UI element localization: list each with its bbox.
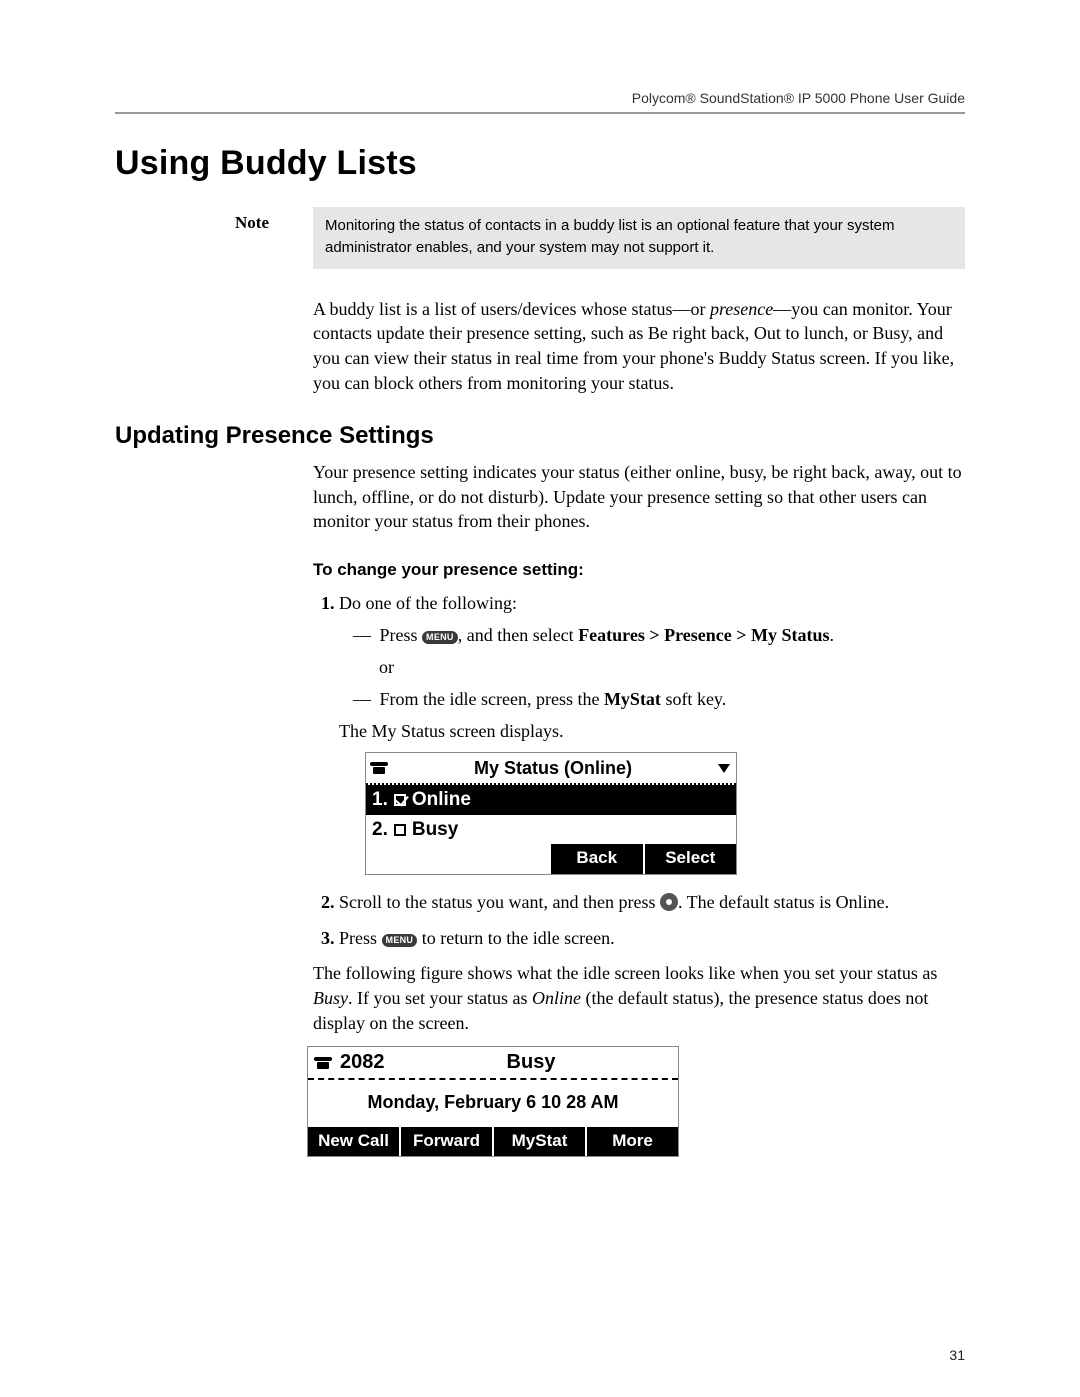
after-a: The following figure shows what the idle… [313,963,937,983]
header-guide-title: Polycom® SoundStation® IP 5000 Phone Use… [115,90,965,106]
lcd1-row1-label: Online [412,786,471,814]
step-3: Press MENU to return to the idle screen. [339,925,965,951]
lcd1-softkeys: Back Select [366,844,736,874]
step2-b: . The default status is Online. [678,892,889,912]
step-2: Scroll to the status you want, and then … [339,889,965,915]
step3-b: to return to the idle screen. [417,928,614,948]
after-b: . If you set your status as [348,988,532,1008]
arrow-down-icon [718,764,730,773]
lcd1-sk-blank2 [458,844,550,874]
note-block: Note Monitoring the status of contacts i… [235,207,965,269]
step1-result: The My Status screen displays. [331,718,965,744]
lcd2-sk-newcall: New Call [308,1127,399,1155]
step1-d2-bold: MyStat [604,689,661,709]
lcd1-row-online: 1. Online [366,785,736,815]
lcd2-topbar: 2082 Busy [308,1047,678,1081]
lcd1-row1-index: 1. [372,786,388,814]
after-em2: Online [532,988,581,1008]
page-number: 31 [949,1347,965,1363]
step1-intro: Do one of the following: [339,593,517,613]
step2-a: Scroll to the status you want, and then … [339,892,660,912]
intro-text-a: A buddy list is a list of users/devices … [313,299,710,319]
step1-option-2: From the idle screen, press the MyStat s… [353,686,965,712]
lcd2-status: Busy [390,1049,672,1077]
phone-icon [370,762,388,774]
step1-or: or [353,654,965,680]
step1-d2-a: From the idle screen, press the [380,689,604,709]
after-steps-paragraph: The following figure shows what the idle… [313,961,965,1035]
lcd1-row-busy: 2. Busy [366,815,736,845]
select-key-icon [660,893,678,911]
lcd2-dateline: Monday, February 6 10 28 AM [308,1080,678,1127]
step1-d1-c: . [829,625,834,645]
intro-em-presence: presence [710,299,773,319]
lcd1-sk-select: Select [643,844,737,874]
step-1: Do one of the following: Press MENU, and… [339,590,965,875]
step1-d1-bold: Features > Presence > My Status [578,625,829,645]
lcd2-softkeys: New Call Forward MyStat More [308,1127,678,1155]
subsection-text: Your presence setting indicates your sta… [313,460,965,534]
lcd1-sk-back: Back [549,844,643,874]
lcd2-sk-more: More [585,1127,678,1155]
step1-d1-a: Press [380,625,423,645]
menu-key-icon: MENU [422,631,458,644]
step1-d2-b: soft key. [661,689,726,709]
lcd1-row2-index: 2. [372,816,388,844]
step1-option-1: Press MENU, and then select Features > P… [353,622,965,648]
checkbox-checked-icon [394,794,406,806]
lcd1-row2-label: Busy [412,816,458,844]
section-title: Using Buddy Lists [115,144,965,183]
note-text: Monitoring the status of contacts in a b… [313,207,965,269]
lcd1-sk-blank1 [366,844,458,874]
intro-paragraph: A buddy list is a list of users/devices … [313,297,965,396]
subsection-paragraph: Your presence setting indicates your sta… [313,460,965,1157]
phone-icon [314,1057,332,1069]
menu-key-icon: MENU [382,934,418,947]
procedure-heading: To change your presence setting: [313,558,965,581]
lcd1-title: My Status (Online) [388,755,718,781]
document-page: Polycom® SoundStation® IP 5000 Phone Use… [0,0,1080,1397]
checkbox-icon [394,824,406,836]
header-rule [115,112,965,114]
lcd2-sk-forward: Forward [399,1127,492,1155]
lcd-idle-screen: 2082 Busy Monday, February 6 10 28 AM Ne… [307,1046,679,1157]
lcd-my-status-screen: My Status (Online) 1. Online 2. Busy [365,752,737,875]
procedure-steps: Do one of the following: Press MENU, and… [313,590,965,951]
step3-a: Press [339,928,382,948]
lcd1-titlebar: My Status (Online) [366,753,736,785]
after-em1: Busy [313,988,348,1008]
lcd2-sk-mystat: MyStat [492,1127,585,1155]
subsection-title: Updating Presence Settings [115,422,965,450]
note-label: Note [235,207,313,233]
step1-d1-b: , and then select [458,625,578,645]
